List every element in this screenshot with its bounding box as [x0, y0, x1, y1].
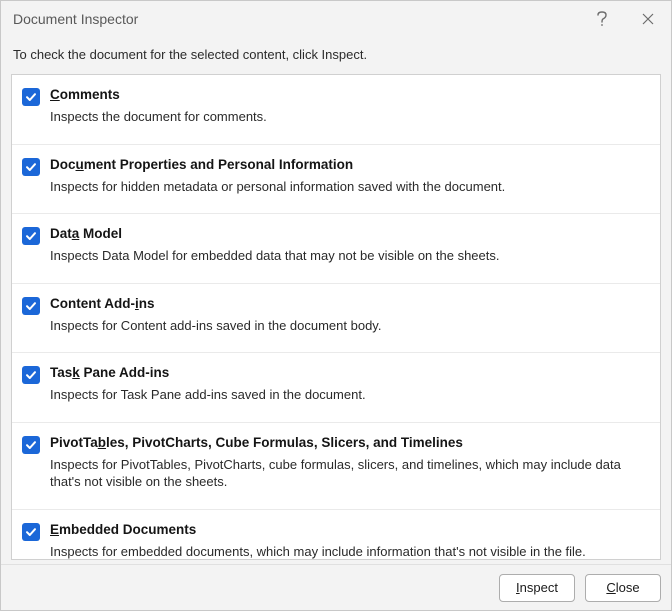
checkmark-icon [25, 439, 37, 451]
help-icon [596, 11, 608, 27]
inspector-item-checkbox[interactable] [22, 88, 40, 106]
checkmark-icon [25, 526, 37, 538]
inspector-item-title: PivotTables, PivotCharts, Cube Formulas,… [50, 435, 650, 456]
inspector-item-checkbox[interactable] [22, 436, 40, 454]
inspector-item-text: CommentsInspects the document for commen… [50, 87, 650, 126]
inspector-item-checkbox[interactable] [22, 297, 40, 315]
inspector-item-description: Inspects Data Model for embedded data th… [50, 247, 650, 265]
inspector-list: CommentsInspects the document for commen… [11, 74, 661, 560]
help-button[interactable] [579, 1, 625, 37]
close-window-button[interactable] [625, 1, 671, 37]
inspector-item-title: Document Properties and Personal Informa… [50, 157, 650, 178]
inspector-item-description: Inspects the document for comments. [50, 108, 650, 126]
checkmark-icon [25, 161, 37, 173]
checkmark-icon [25, 369, 37, 381]
inspector-item: CommentsInspects the document for commen… [12, 75, 660, 145]
inspector-item-title: Task Pane Add-ins [50, 365, 650, 386]
inspector-item: Document Properties and Personal Informa… [12, 145, 660, 215]
inspector-item: Task Pane Add-insInspects for Task Pane … [12, 353, 660, 423]
inspector-item-checkbox[interactable] [22, 227, 40, 245]
checkmark-icon [25, 300, 37, 312]
instruction-text: To check the document for the selected c… [1, 37, 671, 74]
inspector-item: Data ModelInspects Data Model for embedd… [12, 214, 660, 284]
inspector-item-text: Task Pane Add-insInspects for Task Pane … [50, 365, 650, 404]
dialog-footer: Inspect Close [1, 564, 671, 610]
inspector-item-title: Comments [50, 87, 650, 108]
checkmark-icon [25, 230, 37, 242]
inspector-item: PivotTables, PivotCharts, Cube Formulas,… [12, 423, 660, 510]
inspector-item-title: Content Add-ins [50, 296, 650, 317]
inspector-item-description: Inspects for hidden metadata or personal… [50, 178, 650, 196]
close-icon [642, 13, 654, 25]
inspector-item-description: Inspects for Content add-ins saved in th… [50, 317, 650, 335]
inspector-item-text: Embedded DocumentsInspects for embedded … [50, 522, 650, 559]
inspector-list-scroll[interactable]: CommentsInspects the document for commen… [12, 75, 660, 559]
inspector-item-title: Embedded Documents [50, 522, 650, 543]
titlebar: Document Inspector [1, 1, 671, 37]
close-button[interactable]: Close [585, 574, 661, 602]
inspect-button[interactable]: Inspect [499, 574, 575, 602]
inspector-item-checkbox[interactable] [22, 366, 40, 384]
checkmark-icon [25, 91, 37, 103]
inspector-item: Content Add-insInspects for Content add-… [12, 284, 660, 354]
inspector-item-description: Inspects for Task Pane add-ins saved in … [50, 386, 650, 404]
inspector-item-description: Inspects for embedded documents, which m… [50, 543, 650, 559]
inspector-item-text: Content Add-insInspects for Content add-… [50, 296, 650, 335]
inspect-button-label: Inspect [516, 580, 558, 595]
document-inspector-dialog: Document Inspector To check the document… [0, 0, 672, 611]
inspector-item-title: Data Model [50, 226, 650, 247]
inspector-item-checkbox[interactable] [22, 158, 40, 176]
inspector-item: Embedded DocumentsInspects for embedded … [12, 510, 660, 559]
close-button-label: Close [606, 580, 639, 595]
inspector-item-text: PivotTables, PivotCharts, Cube Formulas,… [50, 435, 650, 491]
inspector-item-text: Data ModelInspects Data Model for embedd… [50, 226, 650, 265]
dialog-title: Document Inspector [13, 11, 138, 27]
inspector-item-checkbox[interactable] [22, 523, 40, 541]
inspector-item-description: Inspects for PivotTables, PivotCharts, c… [50, 456, 650, 491]
inspector-item-text: Document Properties and Personal Informa… [50, 157, 650, 196]
